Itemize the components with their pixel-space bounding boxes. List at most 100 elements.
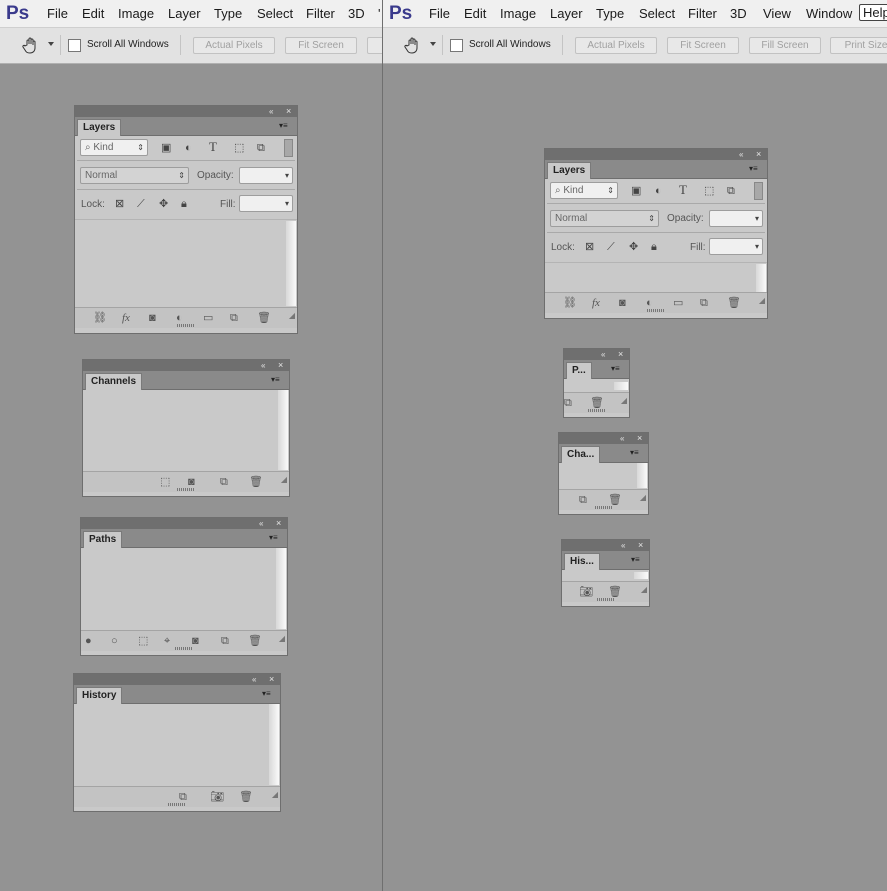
history-scrollbar[interactable] <box>634 572 648 579</box>
chevron-down-icon[interactable]: ▾ <box>755 239 759 254</box>
panel-titlebar[interactable]: « × <box>74 674 280 685</box>
menu-select[interactable]: Select <box>257 6 293 21</box>
panel-menu-icon[interactable]: ▾≡ <box>271 375 280 385</box>
resize-grip-icon[interactable]: ◢ <box>621 396 627 405</box>
panel-menu-icon[interactable]: ▾≡ <box>279 121 288 131</box>
history-scrollbar[interactable] <box>269 704 279 785</box>
lock-position-move-icon[interactable]: ✥ <box>629 241 638 253</box>
drag-handle[interactable] <box>647 309 665 312</box>
fill-screen-button[interactable]: Fill Screen <box>749 37 821 54</box>
add-mask-icon[interactable]: ◙ <box>149 312 156 324</box>
actual-pixels-button[interactable]: Actual Pixels <box>575 37 657 54</box>
adjustment-layer-icon[interactable]: ◐ <box>176 312 183 324</box>
new-path-icon[interactable]: ⧉ <box>221 635 229 647</box>
panel-menu-icon[interactable]: ▾≡ <box>631 555 640 565</box>
panel-menu-icon[interactable]: ▾≡ <box>262 689 271 699</box>
chevron-down-icon[interactable]: ▾ <box>755 211 759 226</box>
menu-file[interactable]: File <box>429 6 450 21</box>
new-channel-icon[interactable]: ⧉ <box>220 476 228 488</box>
lock-position-move-icon[interactable]: ✥ <box>159 198 168 210</box>
filter-toggle-switch[interactable] <box>284 139 293 157</box>
scroll-all-windows-checkbox[interactable] <box>68 39 81 52</box>
opacity-input[interactable]: ▾ <box>239 167 293 184</box>
layers-scrollbar[interactable] <box>286 221 296 306</box>
paths-scrollbar[interactable] <box>276 548 286 629</box>
load-selection-icon[interactable]: ⬚ <box>160 476 170 488</box>
add-mask-icon[interactable]: ◙ <box>619 297 626 309</box>
tab-paths[interactable]: Paths <box>83 531 123 548</box>
menu-filter[interactable]: Filter <box>306 6 335 21</box>
collapse-icon[interactable]: « <box>259 518 263 529</box>
panel-titlebar[interactable]: « × <box>75 106 297 117</box>
tool-preset-chevron-down-icon[interactable] <box>48 42 54 46</box>
lock-brush-icon[interactable]: ⟋ <box>607 241 615 253</box>
drag-handle[interactable] <box>596 598 615 601</box>
panel-titlebar[interactable]: « × <box>81 518 287 529</box>
actual-pixels-button[interactable]: Actual Pixels <box>193 37 275 54</box>
menu-edit[interactable]: Edit <box>82 6 104 21</box>
filter-pixel-icon[interactable]: ▣ <box>161 142 171 154</box>
filter-adjustment-icon[interactable]: ◐ <box>655 185 662 197</box>
layers-scrollbar[interactable] <box>756 264 766 292</box>
resize-grip-icon[interactable]: ◢ <box>641 585 647 594</box>
close-icon[interactable]: × <box>276 518 281 529</box>
panel-menu-icon[interactable]: ▾≡ <box>749 164 758 174</box>
tab-history[interactable]: History <box>76 687 123 704</box>
menu-type[interactable]: Type <box>596 6 624 21</box>
trash-icon[interactable]: 🗑︎ <box>608 586 622 598</box>
panel-titlebar[interactable]: « × <box>83 360 289 371</box>
trash-icon[interactable]: 🗑︎ <box>608 494 622 506</box>
new-group-folder-icon[interactable]: ▭ <box>673 297 683 309</box>
filter-kind-select[interactable]: ⌕ Kind ⇕ <box>80 139 148 156</box>
close-icon[interactable]: × <box>269 674 274 685</box>
collapse-icon[interactable]: « <box>601 349 605 360</box>
fit-screen-button[interactable]: Fit Screen <box>667 37 739 54</box>
print-size-button[interactable]: Print Size <box>830 37 887 54</box>
trash-icon[interactable]: 🗑︎ <box>727 297 741 309</box>
tab-layers[interactable]: Layers <box>77 119 122 136</box>
filter-shape-icon[interactable]: ⬚ <box>234 142 244 154</box>
menu-3d[interactable]: 3D <box>348 6 365 21</box>
filter-smart-object-icon[interactable]: ⧉ <box>727 185 735 197</box>
menu-type[interactable]: Type <box>214 6 242 21</box>
close-icon[interactable]: × <box>637 433 642 444</box>
close-icon[interactable]: × <box>618 349 623 360</box>
drag-handle[interactable] <box>175 647 193 650</box>
menu-file[interactable]: File <box>47 6 68 21</box>
resize-grip-icon[interactable]: ◢ <box>759 296 765 305</box>
paths-scrollbar[interactable] <box>614 382 628 390</box>
filter-pixel-icon[interactable]: ▣ <box>631 185 641 197</box>
scroll-all-windows-checkbox[interactable] <box>450 39 463 52</box>
menu-view[interactable]: View <box>763 6 791 21</box>
panel-menu-icon[interactable]: ▾≡ <box>611 364 620 374</box>
collapse-icon[interactable]: « <box>252 674 256 685</box>
menu-help[interactable]: Help <box>859 4 887 21</box>
trash-icon[interactable]: 🗑︎ <box>239 791 253 803</box>
camera-snapshot-icon[interactable]: 📷︎ <box>210 791 224 803</box>
collapse-icon[interactable]: « <box>620 433 624 444</box>
menu-image[interactable]: Image <box>118 6 154 21</box>
tab-paths[interactable]: P... <box>566 362 592 379</box>
hand-tool-icon[interactable] <box>404 36 422 57</box>
tab-channels[interactable]: Channels <box>85 373 143 390</box>
hand-tool-icon[interactable] <box>22 36 40 57</box>
close-icon[interactable]: × <box>278 360 283 371</box>
lock-brush-icon[interactable]: ⟋ <box>137 198 145 210</box>
link-layers-icon[interactable]: ⛓ <box>563 297 577 309</box>
filter-adjustment-icon[interactable]: ◐ <box>185 142 192 154</box>
trash-icon[interactable]: 🗑︎ <box>590 397 604 409</box>
drag-handle[interactable] <box>168 803 186 806</box>
link-layers-icon[interactable]: ⛓ <box>93 312 107 324</box>
filter-toggle-switch[interactable] <box>754 182 763 200</box>
adjustment-layer-icon[interactable]: ◐ <box>646 297 653 309</box>
resize-grip-icon[interactable]: ◢ <box>289 311 295 320</box>
fit-screen-button[interactable]: Fit Screen <box>285 37 357 54</box>
filter-kind-select[interactable]: ⌕ Kind ⇕ <box>550 182 618 199</box>
collapse-icon[interactable]: « <box>261 360 265 371</box>
fill-input[interactable]: ▾ <box>239 195 293 212</box>
fx-icon[interactable]: fx <box>592 297 600 309</box>
menu-edit[interactable]: Edit <box>464 6 486 21</box>
drag-handle[interactable] <box>594 506 613 509</box>
new-layer-icon[interactable]: ⧉ <box>230 312 238 324</box>
collapse-icon[interactable]: « <box>621 540 625 551</box>
